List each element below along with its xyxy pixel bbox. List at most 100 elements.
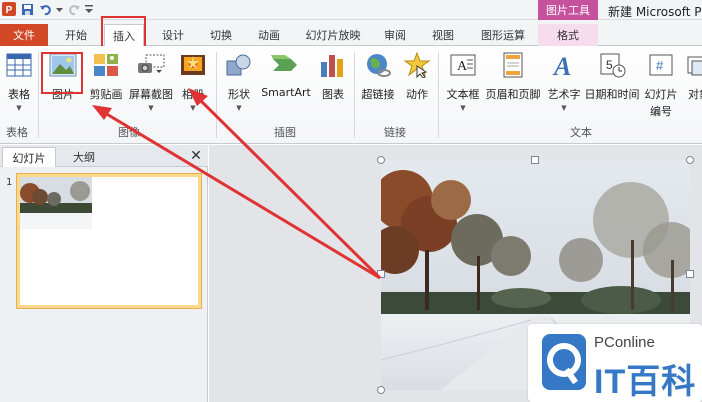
group-label-text: 文本	[570, 126, 592, 139]
clipart-button-label: 剪贴画	[89, 88, 123, 101]
group-label-illustrations: 插图	[274, 126, 296, 139]
resize-handle-top-right[interactable]	[686, 156, 694, 164]
close-icon[interactable]: ✕	[188, 147, 204, 165]
app-icon-letter: P	[6, 5, 13, 16]
photo-album-button-label: 相册	[182, 88, 204, 101]
resize-handle-bottom-left[interactable]	[377, 386, 385, 394]
header-footer-button[interactable]: 页眉和页脚	[485, 50, 541, 102]
screenshot-button[interactable]: 屏幕截图 ▼	[128, 50, 174, 112]
customize-toolbar-icon[interactable]	[85, 2, 93, 16]
watermark-subtitle: PConline	[594, 334, 655, 351]
chart-icon	[318, 50, 348, 80]
table-icon	[4, 50, 34, 80]
chevron-down-icon: ▼	[236, 104, 242, 112]
tab-design[interactable]: 设计	[152, 24, 194, 46]
slide-number-button-label: 幻灯片	[644, 88, 678, 101]
slide-thumbnail-selected[interactable]	[16, 173, 202, 309]
chart-button[interactable]: 图表	[318, 50, 348, 102]
resize-handle-right[interactable]	[686, 270, 694, 278]
watermark-title: IT百科	[594, 363, 697, 401]
chevron-down-icon: ▼	[16, 104, 22, 112]
pconline-watermark: PConline IT百科	[528, 324, 702, 402]
smartart-button-label: SmartArt	[261, 86, 311, 99]
tab-home[interactable]: 开始	[54, 24, 98, 46]
tab-format[interactable]: 格式	[538, 24, 598, 46]
object-button[interactable]: 对象	[684, 50, 702, 102]
datetime-button[interactable]: 5 日期和时间	[584, 50, 640, 102]
tab-view[interactable]: 视图	[422, 24, 464, 46]
group-label-tables: 表格	[6, 126, 28, 139]
pconline-logo-icon	[540, 332, 588, 392]
resize-handle-top-left[interactable]	[377, 156, 385, 164]
clipart-icon	[91, 50, 121, 80]
group-separator	[438, 52, 439, 138]
action-icon	[402, 50, 432, 80]
slides-panel-tabs: 幻灯片 大纲 ✕	[0, 145, 208, 167]
slides-panel: 幻灯片 大纲 ✕ 1	[0, 145, 208, 402]
textbox-button[interactable]: A 文本框 ▼	[444, 50, 482, 112]
slide-thumbnail	[20, 177, 198, 305]
photo-album-icon	[178, 50, 208, 80]
redo-icon[interactable]	[67, 2, 81, 16]
clipart-button[interactable]: 剪贴画	[88, 50, 124, 102]
chevron-down-icon: ▼	[148, 104, 154, 112]
shapes-icon	[224, 50, 254, 80]
slide-number-button-label-line2: 编号	[650, 105, 672, 118]
action-button[interactable]: 动作	[402, 50, 432, 102]
datetime-icon: 5	[597, 50, 627, 80]
hyperlink-icon	[363, 50, 393, 80]
table-button-label: 表格	[8, 88, 30, 101]
group-separator	[38, 52, 39, 138]
insert-tab-highlight-box	[101, 16, 146, 49]
undo-dropdown-icon[interactable]	[56, 2, 63, 16]
textbox-button-label: 文本框	[446, 88, 480, 101]
resize-handle-top[interactable]	[531, 156, 539, 164]
wordart-icon: A	[549, 50, 579, 80]
tab-shape-format[interactable]: 图形运算	[474, 24, 532, 46]
chevron-down-icon: ▼	[190, 104, 196, 112]
group-label-links: 链接	[384, 126, 406, 139]
app-icon[interactable]: P	[2, 2, 16, 16]
screenshot-button-label: 屏幕截图	[129, 88, 173, 101]
photo-album-button[interactable]: 相册 ▼	[178, 50, 208, 112]
svg-text:A: A	[552, 52, 571, 78]
undo-icon[interactable]	[38, 2, 52, 16]
picture-button-highlight-box	[41, 52, 83, 94]
shapes-button-label: 形状	[228, 88, 250, 101]
header-footer-button-label: 页眉和页脚	[485, 88, 541, 101]
action-button-label: 动作	[406, 88, 428, 101]
object-button-label: 对象	[688, 88, 702, 101]
slide-number-icon: #	[646, 50, 676, 80]
slide-number-button[interactable]: # 幻灯片 编号	[642, 50, 680, 119]
picture-tools-header: 图片工具	[538, 0, 598, 20]
tab-file[interactable]: 文件	[0, 24, 48, 46]
tab-animations[interactable]: 动画	[248, 24, 290, 46]
hyperlink-button-label: 超链接	[361, 88, 395, 101]
smartart-button[interactable]: SmartArt	[261, 50, 311, 99]
datetime-button-label: 日期和时间	[584, 88, 640, 101]
tab-outline[interactable]: 大纲	[58, 147, 110, 167]
smartart-icon	[271, 50, 301, 80]
tab-review[interactable]: 审阅	[374, 24, 416, 46]
window-title: 新建 Microsoft P	[608, 5, 702, 19]
header-footer-icon	[498, 50, 528, 80]
svg-text:A: A	[457, 59, 468, 74]
shapes-button[interactable]: 形状 ▼	[224, 50, 254, 112]
wordart-button[interactable]: A 艺术字 ▼	[544, 50, 584, 112]
quick-access-toolbar: P	[2, 2, 93, 16]
tab-slideshow[interactable]: 幻灯片放映	[300, 24, 366, 46]
table-button[interactable]: 表格 ▼	[4, 50, 34, 112]
resize-handle-left[interactable]	[377, 270, 385, 278]
chevron-down-icon: ▼	[460, 104, 466, 112]
hyperlink-button[interactable]: 超链接	[360, 50, 396, 102]
tab-slides[interactable]: 幻灯片	[2, 147, 56, 167]
slide-thumbnail-photo	[20, 177, 92, 229]
save-icon[interactable]	[20, 2, 34, 16]
textbox-icon: A	[448, 50, 478, 80]
tab-transitions[interactable]: 切换	[200, 24, 242, 46]
object-icon	[684, 50, 702, 80]
screenshot-icon	[136, 50, 166, 80]
ribbon: 表格 ▼ 图片 剪贴画 屏幕截图 ▼ 相册 ▼ 图像 表格 形状 ▼ Smart…	[0, 46, 702, 144]
group-separator	[216, 52, 217, 138]
slide-index: 1	[6, 177, 13, 188]
